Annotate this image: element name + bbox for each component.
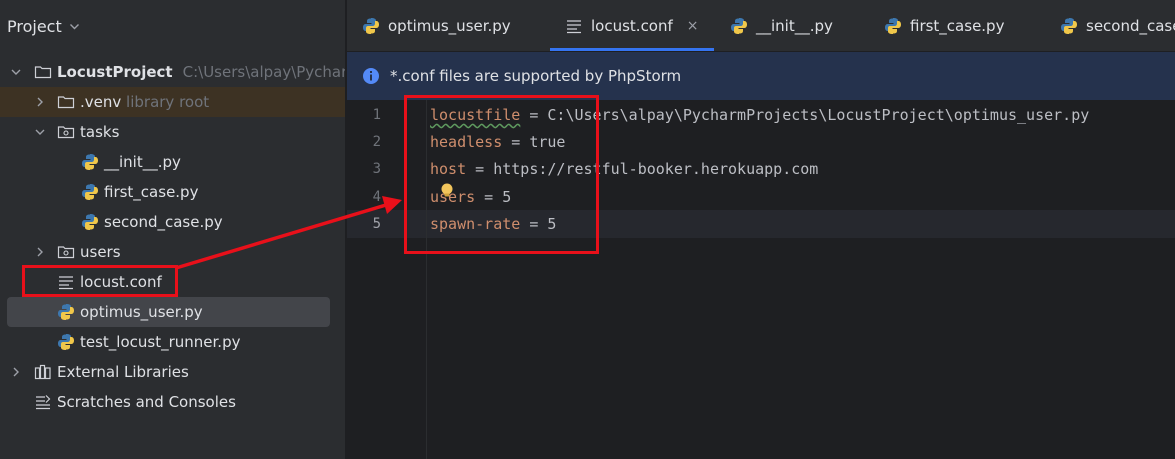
config-value: C:\Users\alpay\PycharmProjects\LocustPro… bbox=[547, 106, 1090, 124]
tree-item-label: LocustProjectC:\Users\alpay\PycharmProje… bbox=[57, 63, 346, 81]
close-icon[interactable]: × bbox=[687, 18, 699, 34]
python-file-icon bbox=[58, 304, 74, 320]
chevron-down-icon[interactable] bbox=[34, 126, 46, 138]
tree-item-scratches-and-consoles[interactable]: Scratches and Consoles bbox=[0, 387, 345, 417]
tree-item-label: .venv library root bbox=[80, 93, 210, 111]
tree-item-external-libraries[interactable]: External Libraries bbox=[0, 357, 345, 387]
python-file-icon bbox=[82, 154, 98, 170]
tree-item-locustproject[interactable]: LocustProjectC:\Users\alpay\PycharmProje… bbox=[0, 57, 346, 87]
tree-item-label: second_case.py bbox=[104, 213, 223, 231]
annotation-highlight-box bbox=[404, 95, 599, 254]
banner-text: *.conf files are supported by PhpStorm bbox=[390, 67, 682, 85]
python-file-icon bbox=[82, 214, 98, 230]
chevron-right-icon[interactable] bbox=[34, 246, 46, 258]
library-icon bbox=[34, 364, 51, 380]
tab-second-case-py[interactable]: second_case.py bbox=[1060, 0, 1175, 51]
notification-banner: *.conf files are supported by PhpStorm bbox=[347, 51, 1175, 100]
python-file-icon bbox=[58, 334, 74, 350]
tree-item-optimus-user-py[interactable]: optimus_user.py bbox=[7, 297, 330, 327]
library-root-note: library root bbox=[126, 93, 210, 111]
python-file-icon bbox=[82, 184, 98, 200]
tree-item-users[interactable]: users bbox=[0, 237, 345, 267]
line-number: 5 bbox=[372, 216, 381, 232]
folder-icon bbox=[57, 96, 75, 109]
tree-item-venv[interactable]: .venv library root bbox=[0, 87, 345, 117]
tree-item-tasks[interactable]: tasks bbox=[0, 117, 345, 147]
annotation-highlight-box bbox=[22, 265, 178, 297]
tab-label: first_case.py bbox=[910, 16, 1005, 35]
tree-item-label: optimus_user.py bbox=[80, 303, 203, 321]
tree-item-label: External Libraries bbox=[57, 363, 189, 381]
line-number: 2 bbox=[372, 134, 381, 150]
project-path: C:\Users\alpay\PycharmProjects\LocustPro… bbox=[182, 63, 346, 81]
tree-item-test-locust-runner-py[interactable]: test_locust_runner.py bbox=[0, 327, 345, 357]
tree-item-label: test_locust_runner.py bbox=[80, 333, 241, 351]
project-panel-header[interactable]: Project bbox=[0, 0, 345, 52]
editor-tab-bar: optimus_user.py locust.conf × __init__.p… bbox=[347, 0, 1175, 51]
python-file-icon bbox=[731, 17, 747, 34]
chevron-right-icon[interactable] bbox=[10, 366, 22, 378]
chevron-down-icon[interactable] bbox=[10, 66, 22, 78]
tab-label: locust.conf bbox=[591, 16, 673, 35]
tree-item-label: first_case.py bbox=[104, 183, 199, 201]
tab-label: optimus_user.py bbox=[388, 16, 511, 35]
package-folder-icon bbox=[57, 126, 75, 139]
tree-item-label: users bbox=[80, 243, 121, 261]
python-file-icon bbox=[885, 17, 901, 34]
panel-title: Project bbox=[7, 16, 62, 36]
chevron-right-icon[interactable] bbox=[34, 96, 46, 108]
tree-item-init-py[interactable]: __init__.py bbox=[0, 147, 345, 177]
tree-item-label: __init__.py bbox=[104, 153, 181, 171]
python-file-icon bbox=[363, 17, 379, 34]
tree-item-label: tasks bbox=[80, 123, 120, 141]
tree-item-first-case-py[interactable]: first_case.py bbox=[0, 177, 345, 207]
tab-init-py[interactable]: __init__.py bbox=[730, 0, 833, 51]
tab-first-case-py[interactable]: first_case.py bbox=[884, 0, 1004, 51]
folder-icon bbox=[34, 66, 52, 79]
package-folder-icon bbox=[57, 246, 75, 259]
info-icon bbox=[363, 68, 379, 84]
line-number: 4 bbox=[372, 189, 381, 205]
tree-item-second-case-py[interactable]: second_case.py bbox=[0, 207, 345, 237]
project-panel: Project LocustProject C:\Users\alpay\Pych… bbox=[0, 0, 346, 459]
chevron-down-icon[interactable] bbox=[69, 21, 80, 32]
tab-label: second_case.py bbox=[1086, 16, 1175, 35]
line-number: 3 bbox=[372, 161, 381, 177]
scratches-icon bbox=[36, 395, 51, 410]
line-number: 1 bbox=[372, 107, 381, 123]
tab-optimus-user-py[interactable]: optimus_user.py bbox=[362, 0, 511, 51]
tab-locust-conf[interactable]: locust.conf × bbox=[550, 0, 714, 51]
text-file-icon bbox=[567, 19, 581, 33]
python-file-icon bbox=[1061, 17, 1077, 34]
tree-item-label: Scratches and Consoles bbox=[57, 393, 236, 411]
tab-label: __init__.py bbox=[756, 16, 833, 35]
